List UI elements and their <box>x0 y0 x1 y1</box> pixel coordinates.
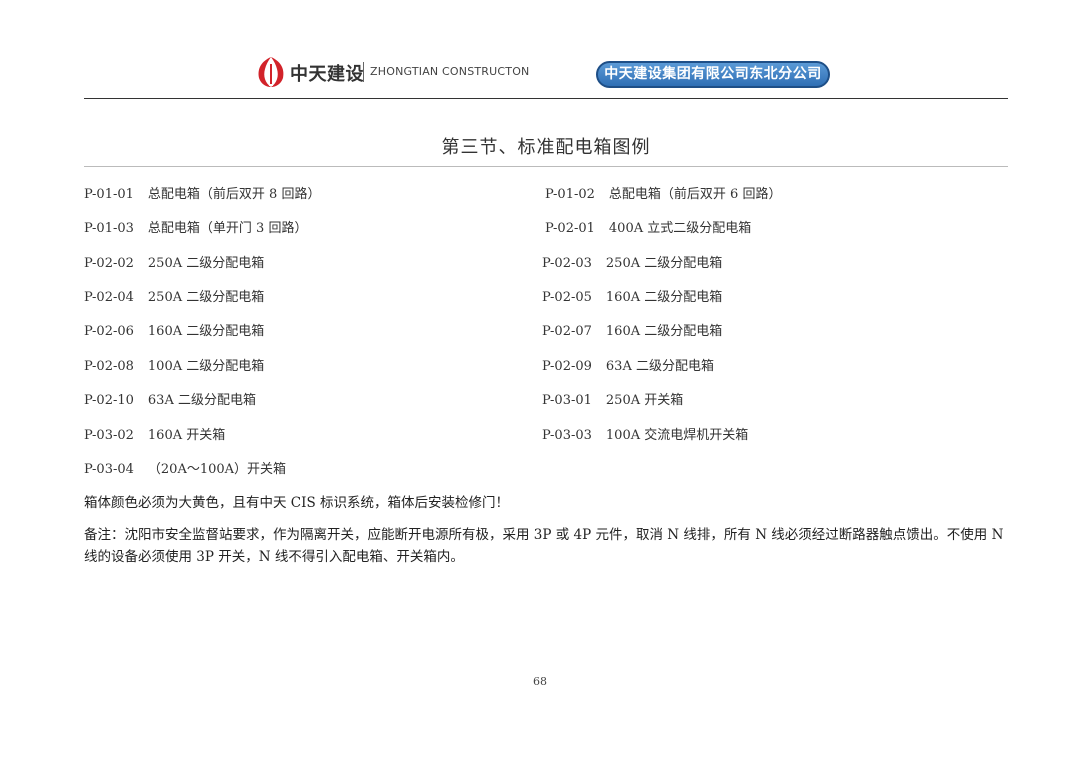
item-desc: 250A 二级分配电箱 <box>147 256 265 271</box>
legend-item: P-02-01 400A 立式二级分配电箱 <box>545 217 751 236</box>
item-desc: 250A 开关箱 <box>605 393 684 408</box>
legend-item: P-02-09 63A 二级分配电箱 <box>542 355 714 374</box>
legend-item: P-03-03 100A 交流电焊机开关箱 <box>542 424 748 443</box>
item-code: P-02-01 <box>545 221 595 236</box>
item-code: P-02-07 <box>542 324 592 339</box>
legend-item: P-02-08 100A 二级分配电箱 <box>84 355 264 374</box>
item-code: P-01-03 <box>84 221 134 236</box>
brand-name-en: ZHONGTIAN CONSTRUCTON <box>370 65 530 78</box>
item-desc: 63A 二级分配电箱 <box>605 359 714 374</box>
item-code: P-02-03 <box>542 256 592 271</box>
item-code: P-03-03 <box>542 428 592 443</box>
page-number: 68 <box>533 675 547 688</box>
item-code: P-02-09 <box>542 359 592 374</box>
item-code: P-02-10 <box>84 393 134 408</box>
item-desc: 400A 立式二级分配电箱 <box>608 221 752 236</box>
title-divider <box>84 166 1008 167</box>
item-code: P-01-02 <box>545 187 595 202</box>
item-desc: 63A 二级分配电箱 <box>147 393 256 408</box>
remark-paragraph: 备注：沈阳市安全监督站要求，作为隔离开关，应能断开电源所有极，采用 3P 或 4… <box>84 527 1004 565</box>
item-code: P-02-02 <box>84 256 134 271</box>
legend-item: P-02-04 250A 二级分配电箱 <box>84 286 264 305</box>
company-badge: 中天建设集团有限公司东北分公司 <box>596 61 830 88</box>
legend-item: P-01-02 总配电箱（前后双开 6 回路） <box>545 183 781 202</box>
legend-item: P-02-07 160A 二级分配电箱 <box>542 320 722 339</box>
item-code: P-02-06 <box>84 324 134 339</box>
legend-item: P-02-06 160A 二级分配电箱 <box>84 320 264 339</box>
item-desc: 总配电箱（前后双开 8 回路） <box>147 187 321 202</box>
header-divider <box>84 98 1008 99</box>
item-desc: 160A 二级分配电箱 <box>147 324 265 339</box>
color-requirement-note: 箱体颜色必须为大黄色，且有中天 CIS 标识系统，箱体后安装检修门！ <box>84 495 509 511</box>
zhongtian-logo-icon <box>258 57 284 87</box>
item-desc: 160A 二级分配电箱 <box>605 290 723 305</box>
item-desc: 160A 开关箱 <box>147 428 226 443</box>
legend-item: P-03-02 160A 开关箱 <box>84 424 225 443</box>
item-desc: 100A 二级分配电箱 <box>147 359 265 374</box>
item-code: P-03-01 <box>542 393 592 408</box>
item-desc: 250A 二级分配电箱 <box>605 256 723 271</box>
brand-divider <box>363 62 364 82</box>
legend-item: P-02-10 63A 二级分配电箱 <box>84 389 256 408</box>
item-desc: 总配电箱（前后双开 6 回路） <box>608 187 782 202</box>
item-code: P-01-01 <box>84 187 134 202</box>
item-desc: 160A 二级分配电箱 <box>605 324 723 339</box>
legend-item: P-01-03 总配电箱（单开门 3 回路） <box>84 217 307 236</box>
legend-item: P-03-04 （20A～100A）开关箱 <box>84 458 286 477</box>
item-desc: 250A 二级分配电箱 <box>147 290 265 305</box>
item-code: P-02-04 <box>84 290 134 305</box>
brand-name-cn: 中天建设 <box>290 64 364 85</box>
item-code: P-02-05 <box>542 290 592 305</box>
item-desc: 总配电箱（单开门 3 回路） <box>147 221 308 236</box>
item-code: P-03-04 <box>84 462 134 477</box>
item-code: P-02-08 <box>84 359 134 374</box>
item-desc: （20A～100A）开关箱 <box>147 462 287 477</box>
page-header: 中天建设 ZHONGTIAN CONSTRUCTON 中天建设集团有限公司东北分… <box>84 50 1008 98</box>
legend-item: P-01-01 总配电箱（前后双开 8 回路） <box>84 183 320 202</box>
legend-item: P-02-05 160A 二级分配电箱 <box>542 286 722 305</box>
item-code: P-03-02 <box>84 428 134 443</box>
legend-item: P-03-01 250A 开关箱 <box>542 389 683 408</box>
legend-item: P-02-02 250A 二级分配电箱 <box>84 252 264 271</box>
legend-item: P-02-03 250A 二级分配电箱 <box>542 252 722 271</box>
item-desc: 100A 交流电焊机开关箱 <box>605 428 749 443</box>
section-title: 第三节、标准配电箱图例 <box>441 137 651 158</box>
